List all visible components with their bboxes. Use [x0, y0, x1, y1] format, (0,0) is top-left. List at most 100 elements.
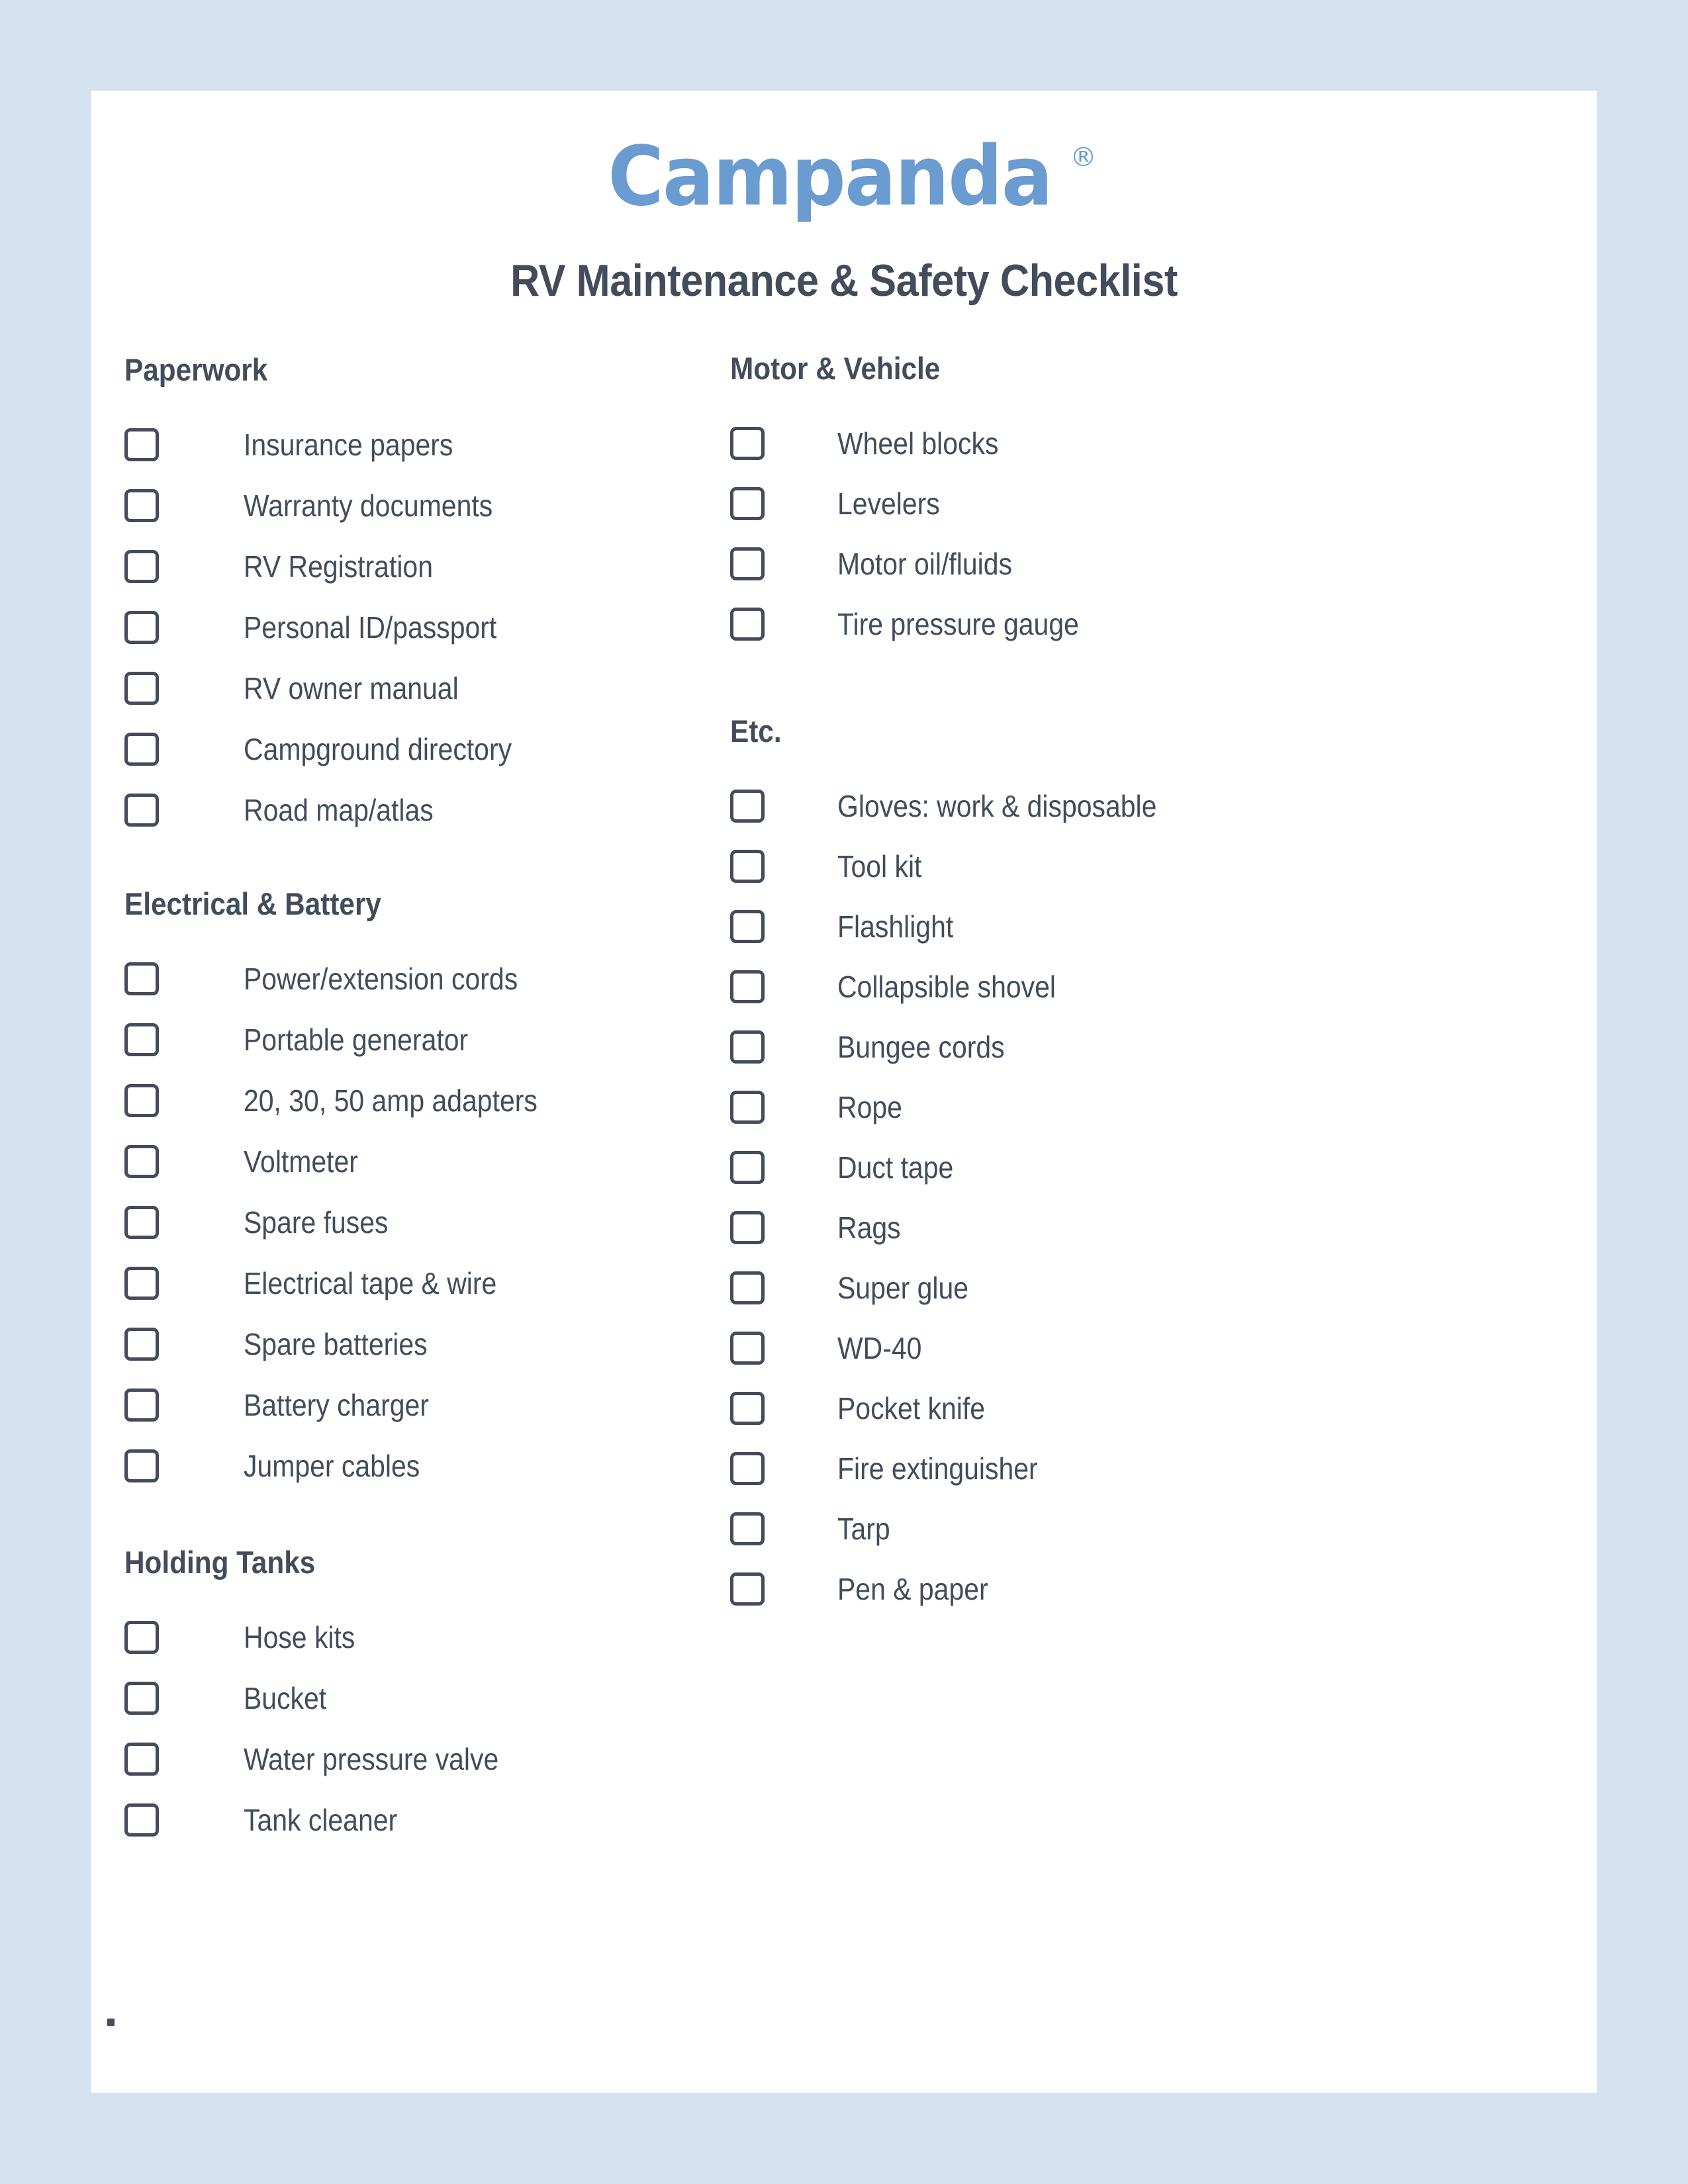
checklist-row[interactable]: Spare fuses: [124, 1192, 574, 1253]
checklist-row[interactable]: Power/extension cords: [124, 948, 574, 1009]
checklist-row[interactable]: Bungee cords: [730, 1017, 1196, 1077]
item-label: Pen & paper: [837, 1571, 988, 1606]
checklist-row[interactable]: Collapsible shovel: [730, 956, 1196, 1017]
section-title: Motor & Vehicle: [730, 351, 941, 386]
checklist-row[interactable]: Spare batteries: [124, 1314, 574, 1375]
section-paperwork: Paperwork Insurance papers Warranty docu…: [124, 354, 545, 841]
checkbox-icon[interactable]: [124, 428, 159, 461]
checklist-items: Gloves: work & disposable Tool kit Flash…: [730, 776, 1196, 1619]
item-label: Insurance papers: [244, 428, 453, 462]
checkbox-icon[interactable]: [730, 1271, 765, 1304]
checklist-row[interactable]: Tool kit: [730, 836, 1196, 896]
registered-trademark-icon: ®: [1070, 142, 1097, 173]
checklist-row[interactable]: Levelers: [730, 473, 1109, 533]
checklist-row[interactable]: Rags: [730, 1197, 1196, 1257]
checklist-row[interactable]: Motor oil/fluids: [730, 533, 1109, 594]
checkbox-icon[interactable]: [730, 909, 765, 943]
checklist-row[interactable]: RV owner manual: [124, 658, 545, 719]
checkbox-icon[interactable]: [124, 1803, 159, 1837]
checkbox-icon[interactable]: [124, 1023, 159, 1056]
checkbox-icon[interactable]: [730, 1150, 765, 1184]
checkbox-icon[interactable]: [730, 1090, 765, 1124]
checkbox-icon[interactable]: [124, 489, 159, 522]
checkbox-icon[interactable]: [730, 1391, 765, 1425]
item-label: Power/extension cords: [244, 962, 518, 996]
item-label: 20, 30, 50 amp adapters: [244, 1083, 538, 1118]
checklist-row[interactable]: Voltmeter: [124, 1131, 574, 1192]
checkbox-icon[interactable]: [730, 970, 765, 1003]
logo-wordmark: Campanda: [608, 129, 1053, 224]
checkbox-icon[interactable]: [730, 1210, 765, 1244]
checklist-row[interactable]: Campground directory: [124, 719, 545, 780]
item-label: Duct tape: [837, 1150, 954, 1185]
checkbox-icon[interactable]: [124, 1682, 159, 1715]
checklist-row[interactable]: Tank cleaner: [124, 1790, 530, 1850]
checklist-row[interactable]: Electrical tape & wire: [124, 1253, 574, 1314]
checklist-row[interactable]: Hose kits: [124, 1607, 530, 1668]
checkbox-icon[interactable]: [124, 1743, 159, 1776]
checkbox-icon[interactable]: [730, 607, 765, 641]
checkbox-icon[interactable]: [124, 672, 159, 705]
item-label: Voltmeter: [244, 1144, 358, 1179]
item-label: Hose kits: [244, 1620, 355, 1655]
checklist-row[interactable]: Fire extinguisher: [730, 1438, 1196, 1498]
checkbox-icon[interactable]: [730, 486, 765, 520]
checkbox-icon[interactable]: [124, 1388, 159, 1422]
checklist-row[interactable]: Wheel blocks: [730, 413, 1109, 473]
item-label: Super glue: [837, 1270, 969, 1305]
item-label: Gloves: work & disposable: [837, 788, 1157, 823]
checklist-row[interactable]: Tire pressure gauge: [730, 594, 1109, 654]
checklist-row[interactable]: WD-40: [730, 1318, 1196, 1378]
checklist-row[interactable]: 20, 30, 50 amp adapters: [124, 1070, 574, 1131]
checkbox-icon[interactable]: [124, 1206, 159, 1239]
checklist-row[interactable]: Battery charger: [124, 1375, 574, 1435]
checklist-row[interactable]: Portable generator: [124, 1009, 574, 1070]
checkbox-icon[interactable]: [124, 733, 159, 766]
checkbox-icon[interactable]: [730, 547, 765, 580]
section-title: Electrical & Battery: [124, 886, 381, 921]
checklist-row[interactable]: Pocket knife: [730, 1378, 1196, 1438]
checkbox-icon[interactable]: [124, 611, 159, 644]
item-label: Pocket knife: [837, 1390, 986, 1426]
checklist-items: Wheel blocks Levelers Motor oil/fluids T…: [730, 413, 1109, 654]
checkbox-icon[interactable]: [730, 1512, 765, 1545]
checkbox-icon[interactable]: [124, 1328, 159, 1361]
section-etc: Etc. Gloves: work & disposable Tool kit …: [730, 715, 1196, 1619]
checklist-row[interactable]: Duct tape: [730, 1137, 1196, 1197]
checklist-row[interactable]: Rope: [730, 1077, 1196, 1137]
checklist-row[interactable]: Pen & paper: [730, 1559, 1196, 1619]
checkbox-icon[interactable]: [730, 1030, 765, 1064]
checkbox-icon[interactable]: [730, 849, 765, 883]
checklist-row[interactable]: Gloves: work & disposable: [730, 776, 1196, 836]
item-label: Rags: [837, 1210, 901, 1245]
checkbox-icon[interactable]: [730, 1451, 765, 1485]
checkbox-icon[interactable]: [730, 1331, 765, 1365]
checklist-row[interactable]: Water pressure valve: [124, 1729, 530, 1790]
checklist-row[interactable]: RV Registration: [124, 536, 545, 597]
checklist-row[interactable]: Jumper cables: [124, 1435, 574, 1496]
checklist-row[interactable]: Road map/atlas: [124, 780, 545, 841]
checklist-row[interactable]: Personal ID/passport: [124, 597, 545, 658]
checkbox-icon[interactable]: [124, 794, 159, 827]
checkbox-icon[interactable]: [730, 426, 765, 460]
checkbox-icon[interactable]: [730, 1572, 765, 1606]
checkbox-icon[interactable]: [124, 1084, 159, 1117]
checklist-row[interactable]: Warranty documents: [124, 475, 545, 536]
checkbox-icon[interactable]: [730, 789, 765, 823]
checkbox-icon[interactable]: [124, 550, 159, 583]
checklist-row[interactable]: Tarp: [730, 1498, 1196, 1559]
checklist-row[interactable]: Insurance papers: [124, 414, 545, 475]
checklist-items: Hose kits Bucket Water pressure valve Ta…: [124, 1607, 530, 1850]
checkbox-icon[interactable]: [124, 962, 159, 995]
checklist-row[interactable]: Super glue: [730, 1257, 1196, 1318]
checkbox-icon[interactable]: [124, 1145, 159, 1178]
checkbox-icon[interactable]: [124, 1449, 159, 1482]
item-label: Jumper cables: [244, 1449, 420, 1483]
item-label: Bungee cords: [837, 1029, 1005, 1064]
checklist-row[interactable]: Bucket: [124, 1668, 530, 1729]
checklist-row[interactable]: Flashlight: [730, 896, 1196, 956]
item-label: Electrical tape & wire: [244, 1266, 497, 1300]
item-label: Tool kit: [837, 848, 922, 884]
checkbox-icon[interactable]: [124, 1621, 159, 1654]
checkbox-icon[interactable]: [124, 1267, 159, 1300]
